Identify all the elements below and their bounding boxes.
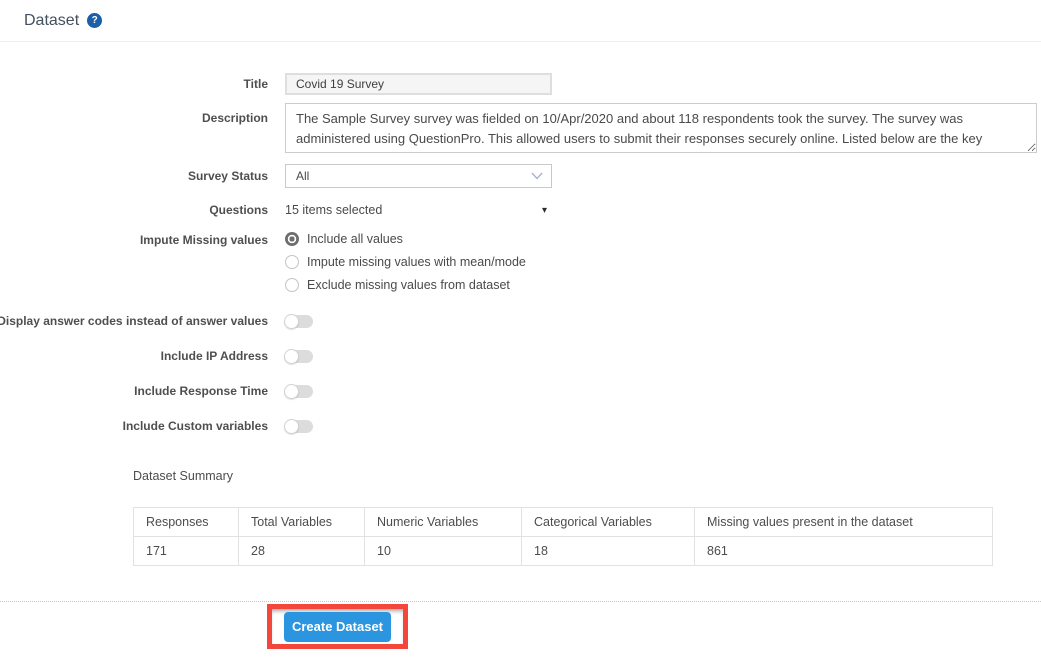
include-custom-variables-toggle[interactable] xyxy=(284,419,313,434)
toggle-knob xyxy=(284,419,299,434)
include-custom-variables-label: Include Custom variables xyxy=(122,419,268,433)
title-label: Title xyxy=(243,77,268,91)
description-row: Description The Sample Survey survey was… xyxy=(24,103,1041,153)
include-response-time-row: Include Response Time xyxy=(24,383,1041,399)
include-response-time-toggle[interactable] xyxy=(284,384,313,399)
summary-col-numeric-variables: Numeric Variables xyxy=(364,507,522,537)
toggle-knob xyxy=(284,314,299,329)
display-answer-codes-label: Display answer codes instead of answer v… xyxy=(0,314,268,328)
dataset-summary-table: Responses Total Variables Numeric Variab… xyxy=(133,507,993,566)
summary-col-total-variables: Total Variables xyxy=(238,507,365,537)
display-answer-codes-row: Display answer codes instead of answer v… xyxy=(0,313,1041,329)
include-custom-variables-row: Include Custom variables xyxy=(24,418,1041,434)
dataset-summary-heading: Dataset Summary xyxy=(133,469,234,483)
help-icon[interactable]: ? xyxy=(87,13,103,28)
summary-col-categorical-variables: Categorical Variables xyxy=(521,507,695,537)
radio-option-exclude-missing[interactable]: Exclude missing values from dataset xyxy=(285,277,526,293)
radio-option-include-all-values[interactable]: Include all values xyxy=(285,231,526,247)
radio-option-impute-mean-mode[interactable]: Impute missing values with mean/mode xyxy=(285,254,526,270)
create-dataset-button[interactable]: Create Dataset xyxy=(284,611,391,642)
title-input[interactable] xyxy=(285,73,552,95)
summary-header-row: Responses Total Variables Numeric Variab… xyxy=(133,507,993,537)
page-header: Dataset ? xyxy=(0,0,1041,42)
display-answer-codes-toggle[interactable] xyxy=(284,314,313,329)
summary-col-responses: Responses xyxy=(133,507,239,537)
radio-option-label: Impute missing values with mean/mode xyxy=(307,255,526,269)
impute-missing-label: Impute Missing values xyxy=(139,233,268,247)
summary-val-categorical-variables: 18 xyxy=(521,536,695,566)
summary-val-missing-values: 861 xyxy=(694,536,993,566)
dataset-page: Dataset ? Title Description The Sample S… xyxy=(0,0,1041,663)
questions-selected-count: 15 items selected xyxy=(285,203,383,217)
include-ip-address-label: Include IP Address xyxy=(160,349,268,363)
radio-icon xyxy=(285,255,299,269)
summary-value-row: 171 28 10 18 861 xyxy=(133,536,993,566)
dataset-summary-section: Dataset Summary Responses Total Variable… xyxy=(0,469,1041,566)
radio-option-label: Exclude missing values from dataset xyxy=(307,278,510,292)
impute-missing-row: Impute Missing values Include all values… xyxy=(24,231,1041,293)
caret-down-icon: ▾ xyxy=(541,204,547,216)
title-row: Title xyxy=(24,73,1041,95)
questions-multiselect[interactable]: 15 items selected ▾ xyxy=(285,201,547,219)
include-ip-address-row: Include IP Address xyxy=(24,348,1041,364)
chevron-down-icon xyxy=(531,172,543,180)
summary-val-responses: 171 xyxy=(133,536,239,566)
radio-icon xyxy=(285,278,299,292)
toggle-knob xyxy=(284,349,299,364)
questions-row: Questions 15 items selected ▾ xyxy=(24,201,1041,219)
survey-status-row: Survey Status All xyxy=(24,164,1041,188)
survey-status-label: Survey Status xyxy=(187,169,268,183)
summary-val-total-variables: 28 xyxy=(238,536,365,566)
include-ip-address-toggle[interactable] xyxy=(284,349,313,364)
survey-status-select[interactable]: All xyxy=(285,164,552,188)
footer-divider xyxy=(0,601,1041,602)
toggle-knob xyxy=(284,384,299,399)
description-label: Description xyxy=(201,111,268,125)
impute-radio-group: Include all values Impute missing values… xyxy=(285,231,526,293)
radio-icon xyxy=(285,232,299,246)
annotation-highlight-box: Create Dataset xyxy=(267,604,408,649)
dataset-form: Title Description The Sample Survey surv… xyxy=(0,73,1041,434)
survey-status-value: All xyxy=(296,169,310,183)
include-response-time-label: Include Response Time xyxy=(134,384,268,398)
radio-option-label: Include all values xyxy=(307,232,403,246)
questions-label: Questions xyxy=(209,203,268,217)
page-title: Dataset xyxy=(24,11,80,29)
description-textarea[interactable]: The Sample Survey survey was fielded on … xyxy=(285,103,1037,153)
summary-val-numeric-variables: 10 xyxy=(364,536,522,566)
summary-col-missing-values: Missing values present in the dataset xyxy=(694,507,993,537)
